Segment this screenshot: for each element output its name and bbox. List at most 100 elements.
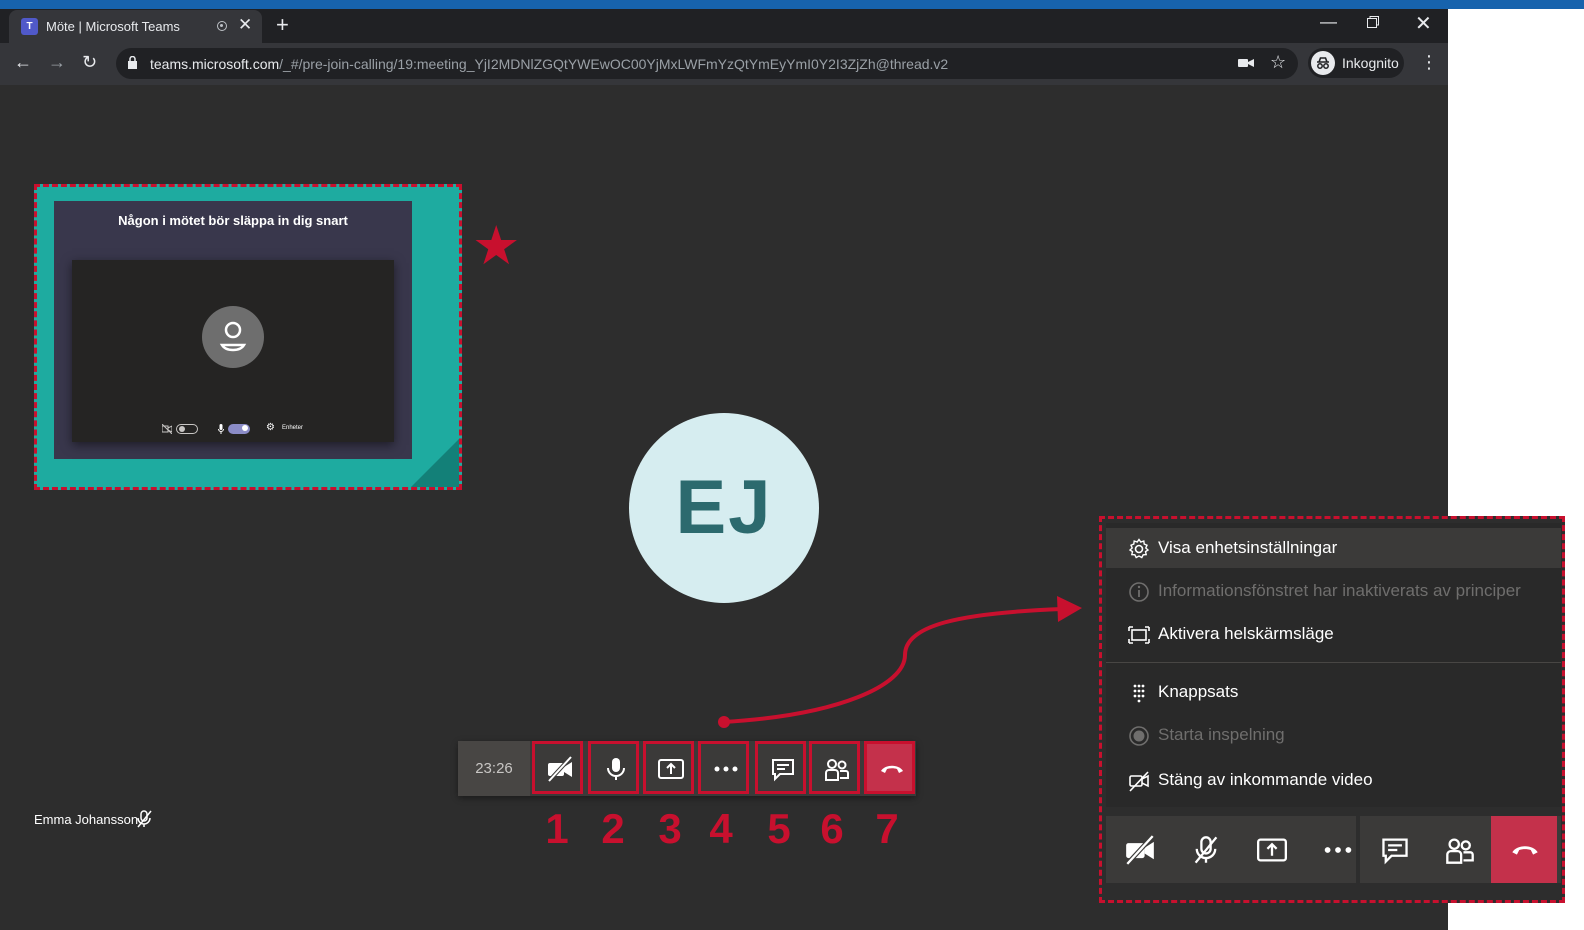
lobby-wait-message: Någon i mötet bör släppa in dig snart — [118, 213, 348, 228]
menu-label: Aktivera helskärmsläge — [1158, 624, 1334, 643]
callout-page-fold — [411, 439, 459, 487]
mic-small-icon — [218, 424, 224, 434]
mic-toggle[interactable] — [228, 424, 250, 434]
reload-icon[interactable]: ↻ — [82, 52, 97, 73]
call-controls-bar-enlarged — [1106, 816, 1561, 883]
more-dots-icon — [1324, 847, 1352, 853]
menu-label: Stäng av inkommande video — [1158, 770, 1373, 789]
share-screen-button[interactable] — [643, 741, 694, 794]
incognito-label: Inkognito — [1342, 55, 1399, 71]
teams-favicon-icon: T — [21, 18, 38, 35]
menu-label: Starta inspelning — [1158, 725, 1285, 744]
camera-toggle-button[interactable] — [532, 741, 583, 794]
gear-icon — [1128, 538, 1150, 559]
default-avatar-icon — [202, 306, 264, 368]
menu-label: Informationsfönstret har inaktiverats av… — [1158, 581, 1521, 600]
participants-button[interactable] — [1426, 816, 1492, 883]
participant-name: Emma Johansson — [34, 812, 139, 827]
top-accent-bar — [0, 0, 1584, 9]
annotation-number-5: 5 — [767, 805, 791, 852]
participant-avatar: EJ — [629, 413, 819, 603]
camera-off-small-icon — [162, 424, 172, 434]
more-actions-menu: Visa enhetsinställningar Informationsfön… — [1106, 523, 1561, 807]
menu-item-info-pane: Informationsfönstret har inaktiverats av… — [1106, 571, 1561, 611]
annotation-number-7: 7 — [875, 805, 899, 852]
chat-button[interactable] — [755, 741, 806, 794]
camera-toggle-button[interactable] — [1106, 816, 1172, 883]
participants-icon — [1446, 838, 1474, 864]
annotation-number-3: 3 — [658, 805, 682, 852]
menu-divider — [1106, 662, 1561, 663]
tab-strip: T Möte | Microsoft Teams ✕ + — ✕ — [0, 9, 1448, 43]
new-tab-icon[interactable]: + — [276, 12, 289, 38]
tab-close-icon[interactable]: ✕ — [238, 15, 252, 35]
minimize-icon[interactable]: — — [1320, 12, 1337, 32]
annotation-number-1: 1 — [545, 805, 569, 852]
muted-mic-icon — [137, 810, 152, 828]
chat-button[interactable] — [1361, 816, 1427, 883]
camera-off-icon — [1125, 835, 1155, 865]
browser-toolbar: ← → ↻ teams.microsoft.com/_#/pre-join-ca… — [0, 43, 1448, 85]
annotation-number-2: 2 — [601, 805, 625, 852]
camera-in-use-icon[interactable] — [1238, 56, 1254, 70]
hang-up-button[interactable] — [864, 741, 915, 794]
mic-button[interactable] — [588, 741, 639, 794]
incognito-icon — [1311, 51, 1335, 75]
incognito-profile-button[interactable]: Inkognito — [1308, 48, 1404, 78]
fullscreen-icon — [1128, 626, 1150, 644]
camera-toggle[interactable] — [176, 424, 198, 434]
url-host: teams.microsoft.com — [150, 56, 280, 72]
window-close-icon[interactable]: ✕ — [1415, 11, 1432, 36]
chat-icon — [1382, 838, 1408, 865]
hang-up-icon — [881, 765, 903, 773]
microphone-icon — [607, 758, 625, 780]
dialpad-icon — [1133, 684, 1145, 703]
participants-icon — [825, 759, 849, 781]
hang-up-button[interactable] — [1491, 816, 1557, 883]
lock-icon — [128, 56, 137, 69]
call-controls-bar: 23:26 — [458, 741, 916, 796]
mic-button[interactable] — [1172, 816, 1238, 883]
menu-label: Visa enhetsinställningar — [1158, 538, 1338, 557]
address-bar[interactable]: teams.microsoft.com/_#/pre-join-calling/… — [116, 48, 1298, 79]
hang-up-icon — [1512, 846, 1538, 855]
share-screen-button[interactable] — [1238, 816, 1304, 883]
video-off-icon — [1129, 771, 1149, 792]
info-icon — [1129, 582, 1149, 602]
menu-item-fullscreen[interactable]: Aktivera helskärmsläge — [1106, 614, 1561, 654]
more-dots-icon — [714, 766, 738, 772]
toolbar-separator — [1356, 816, 1360, 883]
annotation-number-4: 4 — [709, 805, 733, 852]
avatar-initials: EJ — [675, 465, 773, 550]
bookmark-star-icon[interactable]: ☆ — [1270, 52, 1286, 73]
url-text[interactable]: teams.microsoft.com/_#/pre-join-calling/… — [150, 56, 948, 72]
participants-button[interactable] — [809, 741, 860, 794]
menu-item-turn-off-incoming-video[interactable]: Stäng av inkommande video — [1106, 760, 1561, 800]
devices-label[interactable]: Enheter — [282, 425, 303, 431]
call-timer: 23:26 — [458, 741, 530, 796]
browser-menu-icon[interactable]: ⋮ — [1420, 52, 1438, 73]
record-icon — [1129, 726, 1149, 746]
star-marker-icon: ★ — [472, 216, 521, 276]
annotation-number-6: 6 — [820, 805, 844, 852]
more-actions-menu-callout: Visa enhetsinställningar Informationsfön… — [1099, 516, 1565, 903]
browser-tab[interactable]: T Möte | Microsoft Teams ✕ — [9, 10, 262, 43]
menu-item-dialpad[interactable]: Knappsats — [1106, 672, 1561, 712]
url-path: /_#/pre-join-calling/19:meeting_YjI2MDNl… — [279, 56, 949, 72]
prejoin-video-preview: ⚙ Enheter — [72, 260, 394, 442]
tab-title: Möte | Microsoft Teams — [46, 19, 180, 34]
muted-microphone-icon — [1194, 836, 1218, 864]
restore-icon[interactable] — [1367, 16, 1379, 28]
forward-arrow-icon[interactable]: → — [48, 52, 66, 73]
menu-item-device-settings[interactable]: Visa enhetsinställningar — [1106, 528, 1561, 568]
back-arrow-icon[interactable]: ← — [14, 52, 32, 73]
more-actions-button[interactable] — [698, 741, 749, 794]
chat-icon — [772, 759, 794, 782]
prejoin-screenshot: Någon i mötet bör släppa in dig snart ⚙ … — [54, 201, 412, 459]
menu-label: Knappsats — [1158, 682, 1239, 701]
recording-indicator-icon — [217, 21, 227, 31]
prejoin-controls: ⚙ Enheter — [162, 422, 322, 436]
prejoin-preview-callout: Någon i mötet bör släppa in dig snart ⚙ … — [34, 184, 462, 490]
menu-item-start-recording: Starta inspelning — [1106, 715, 1561, 755]
devices-gear-icon: ⚙ — [266, 422, 275, 433]
